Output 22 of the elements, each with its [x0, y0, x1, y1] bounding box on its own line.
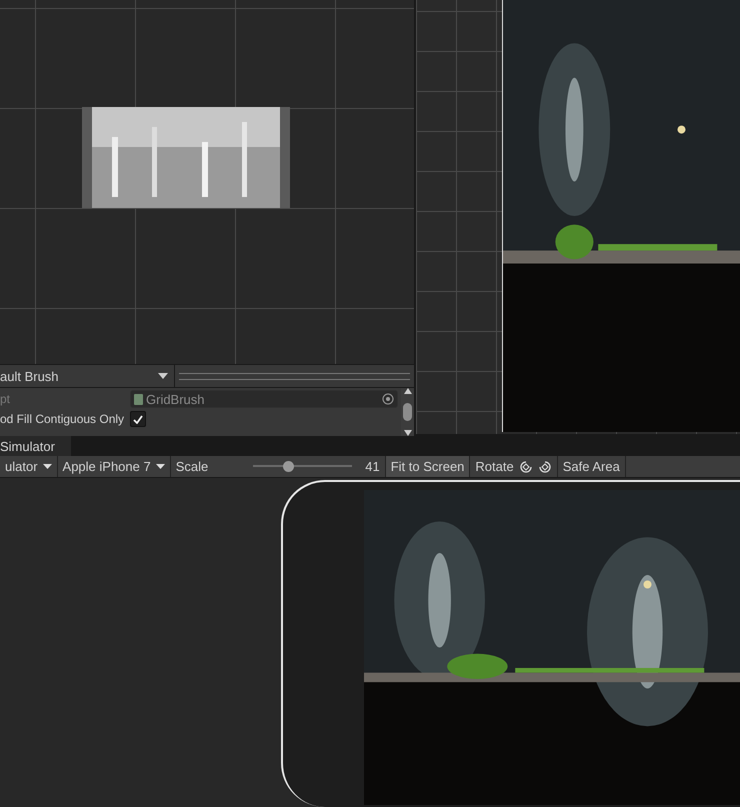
rotate-right-icon[interactable]	[538, 460, 552, 474]
scale-label: Scale	[176, 459, 208, 474]
field-label: od Fill Contiguous Only	[0, 412, 126, 426]
script-icon	[134, 394, 143, 404]
caret-icon	[156, 464, 165, 469]
field-label: pt	[0, 392, 12, 406]
simulator-tab[interactable]: Simulator	[0, 436, 71, 456]
fit-to-screen-button[interactable]: Fit to Screen	[386, 456, 470, 477]
device-dropdown[interactable]: Apple iPhone 7	[58, 456, 171, 477]
mode-dropdown[interactable]: ulator	[0, 456, 58, 477]
safe-area-button[interactable]: Safe Area	[558, 456, 626, 477]
object-field[interactable]: GridBrush	[130, 390, 398, 408]
caret-icon	[42, 464, 52, 469]
scale-value: 41	[365, 459, 380, 474]
slider-thumb[interactable]	[282, 461, 294, 472]
rotate-left-icon[interactable]	[518, 460, 533, 474]
scrollbar[interactable]	[401, 388, 414, 436]
checkbox[interactable]	[130, 411, 146, 427]
rotate-label: Rotate	[475, 459, 514, 474]
caret-icon	[158, 373, 168, 379]
checkmark-icon	[133, 414, 143, 424]
target-icon[interactable]	[382, 393, 394, 405]
